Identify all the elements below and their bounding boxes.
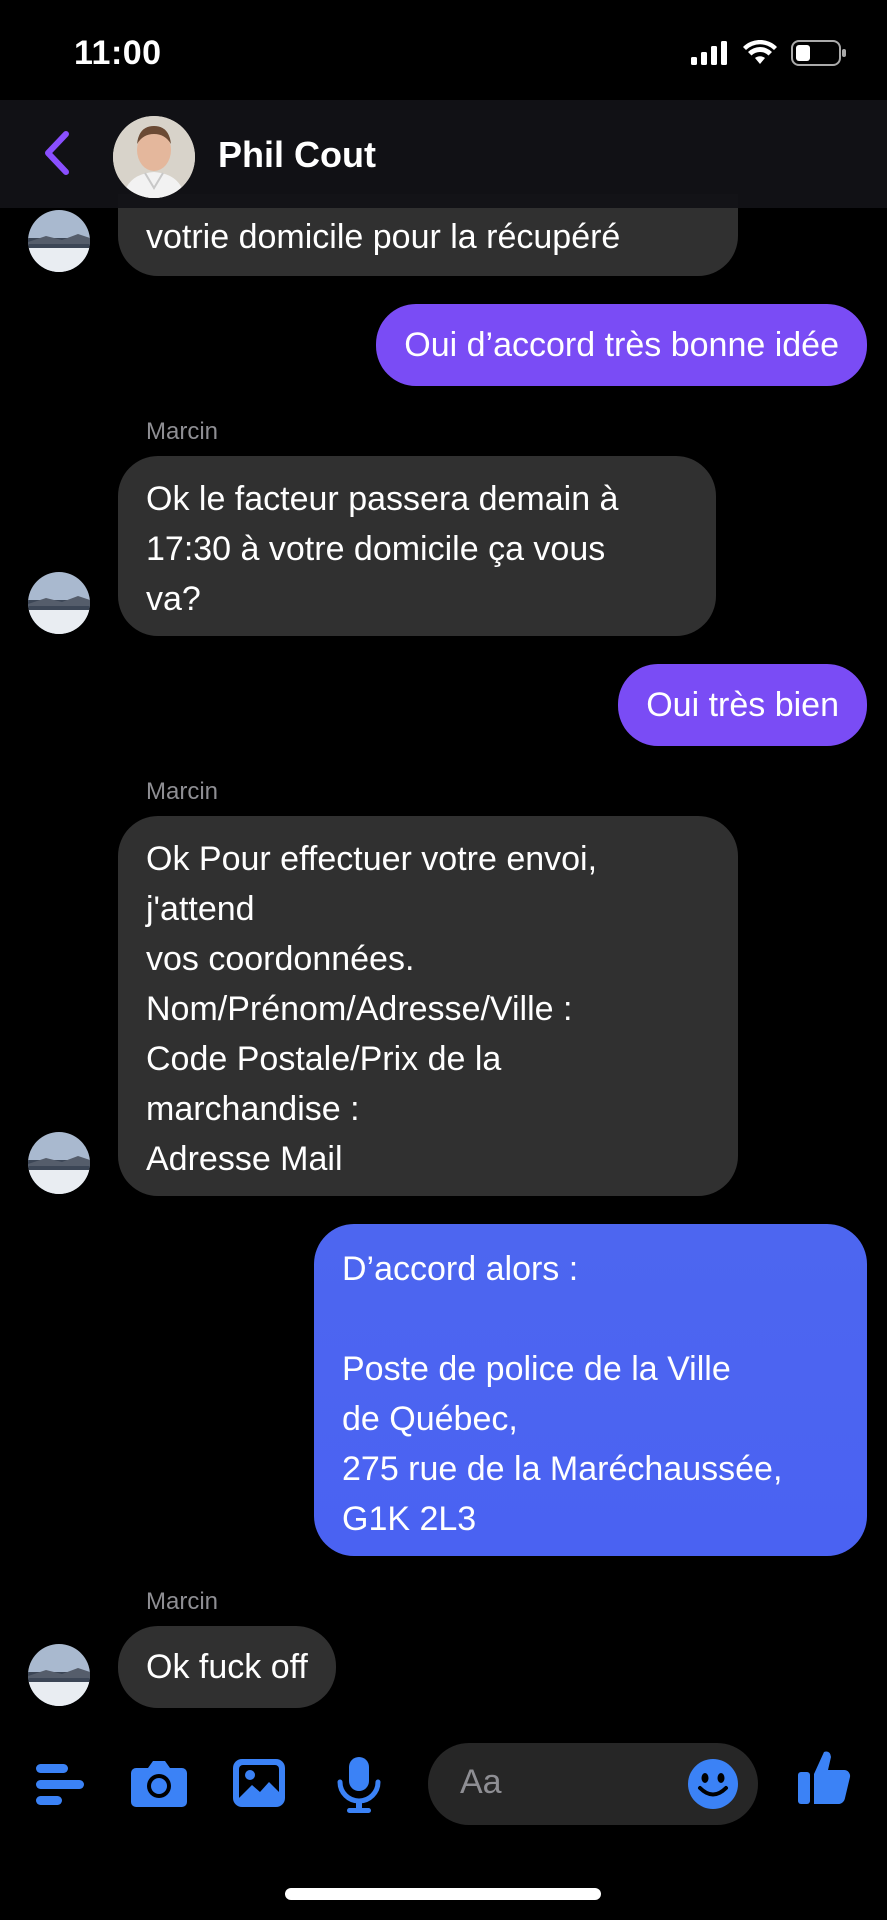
home-indicator[interactable] [285,1888,601,1900]
contact-avatar[interactable] [113,116,195,198]
wifi-icon [743,39,777,71]
sender-avatar[interactable] [28,1644,90,1706]
sender-avatar[interactable] [28,210,90,272]
composer-bar: Aa [0,1718,887,1848]
message-bubble-incoming[interactable]: Ok fuck off [118,1626,336,1708]
contact-name[interactable]: Phil Cout [218,134,376,176]
signal-icon [691,41,729,70]
sender-name: Marcin [146,418,219,445]
message-bubble-incoming[interactable]: Ok le facteur passera demain à 17:30 à v… [118,456,716,636]
message-bubble-outgoing[interactable]: D’accord alors : Poste de police de la V… [314,1224,867,1556]
sender-avatar[interactable] [28,1132,90,1194]
emoji-icon[interactable] [686,1757,740,1816]
message-bubble-outgoing[interactable]: Oui très bien [618,664,867,746]
image-icon[interactable] [232,1758,286,1813]
message-bubble-outgoing[interactable]: Oui d’accord très bonne idée [376,304,867,386]
thumbs-up-icon[interactable] [796,1748,852,1811]
conversation-header: Phil Cout [0,100,887,208]
back-chevron-icon[interactable] [36,128,80,178]
status-icons [691,39,847,71]
microphone-icon[interactable] [336,1756,382,1819]
message-input[interactable]: Aa [428,1743,758,1825]
message-input-placeholder: Aa [460,1763,502,1801]
message-bubble-incoming[interactable]: Ok Pour effectuer votre envoi, j'attend … [118,816,738,1196]
status-bar: 11:00 [0,0,887,110]
camera-icon[interactable] [130,1758,188,1813]
sender-name: Marcin [146,1588,219,1615]
status-time: 11:00 [74,34,162,72]
menu-icon[interactable] [36,1762,86,1813]
chat-thread: votrie domicile pour la récupéré Oui d’a… [0,0,887,1920]
sender-avatar[interactable] [28,572,90,634]
sender-name: Marcin [146,778,219,805]
battery-icon [791,40,847,71]
